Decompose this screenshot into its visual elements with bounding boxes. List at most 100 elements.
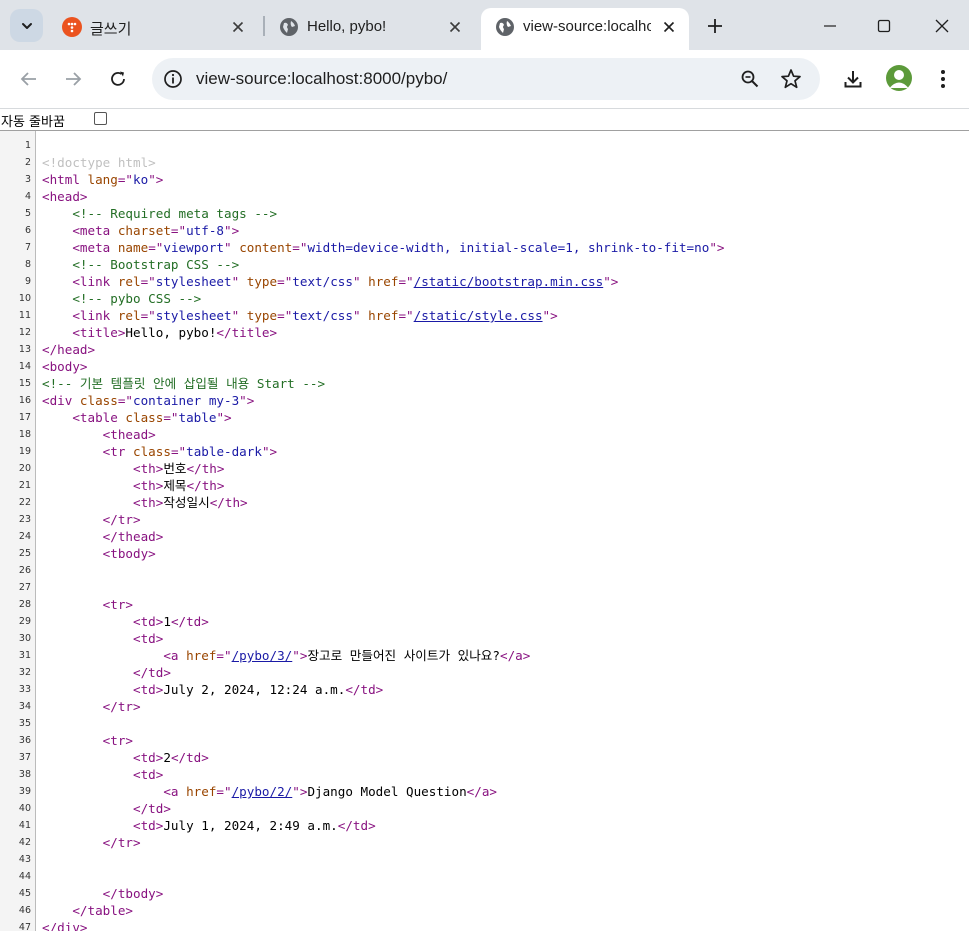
site-info-icon[interactable] — [162, 68, 184, 90]
maximize-icon — [877, 19, 891, 33]
source-text — [42, 903, 72, 918]
line-wrap-bar: 자동 줄바꿈 — [0, 109, 969, 131]
source-code: <!-- pybo CSS --> — [42, 290, 201, 307]
source-line: 31 <a href="/pybo/3/">장고로 만들어진 사이트가 있나요?… — [0, 647, 969, 664]
source-tag: =" — [163, 410, 179, 425]
source-attr-name: lang — [87, 172, 118, 187]
source-comment: <!-- 기본 템플릿 안에 삽입될 내용 Start --> — [42, 376, 326, 391]
tab-write[interactable]: 글쓰기 — [48, 8, 260, 50]
source-tag: <td> — [133, 631, 164, 646]
line-number: 47 — [18, 922, 31, 931]
source-text — [42, 240, 72, 255]
source-text: July 2, 2024, 12:24 a.m. — [163, 682, 346, 697]
source-attr-name: href — [368, 308, 399, 323]
source-tag: </td> — [170, 750, 209, 765]
source-attr-name: charset — [117, 223, 171, 238]
browser-toolbar: view-source:localhost:8000/pybo/ — [0, 50, 969, 108]
line-number: 43 — [18, 854, 31, 865]
source-code: <a href="/pybo/2/">Django Model Question… — [42, 783, 497, 800]
arrow-left-icon — [20, 72, 36, 86]
close-window-button[interactable] — [930, 14, 954, 38]
source-tag: <link — [72, 308, 118, 323]
source-line: 16 <div class="container my-3"> — [0, 392, 969, 409]
source-text — [42, 597, 103, 612]
source-text — [42, 665, 133, 680]
source-tag: =" — [170, 223, 187, 238]
source-tag: <tr — [102, 444, 134, 459]
line-number: 26 — [18, 565, 31, 576]
line-wrap-checkbox[interactable] — [94, 112, 107, 125]
source-tag: <title> — [72, 325, 126, 340]
source-tag: =" — [398, 274, 414, 289]
source-text — [42, 206, 72, 221]
line-number: 27 — [18, 582, 31, 593]
line-number: 24 — [18, 531, 31, 542]
minimize-button[interactable] — [818, 14, 842, 38]
source-line: 10 <!-- pybo CSS --> — [0, 290, 969, 307]
tistory-icon — [62, 17, 82, 37]
address-bar[interactable]: view-source:localhost:8000/pybo/ — [152, 58, 820, 100]
source-tag: </tr> — [102, 835, 141, 850]
source-tag: =" — [140, 308, 156, 323]
source-tag: =" — [216, 784, 232, 799]
source-tag: "> — [542, 308, 558, 323]
source-text — [42, 512, 103, 527]
line-number: 2 — [24, 157, 31, 168]
tab-view-source[interactable]: view-source:localhost — [481, 8, 689, 50]
zoom-icon[interactable] — [739, 68, 761, 90]
source-doctype: <!doctype html> — [42, 155, 156, 170]
source-tag: "> — [603, 274, 619, 289]
close-icon[interactable] — [445, 17, 465, 37]
source-code: <th>제목</th> — [42, 477, 224, 494]
source-tag: =" — [398, 308, 414, 323]
close-icon[interactable] — [228, 17, 248, 37]
source-line: 26 — [0, 562, 969, 579]
line-number: 40 — [18, 803, 31, 814]
source-attr-name: href — [368, 274, 399, 289]
back-button[interactable] — [15, 65, 43, 93]
source-line: 9 <link rel="stylesheet" type="text/css"… — [0, 273, 969, 290]
url-text[interactable]: view-source:localhost:8000/pybo/ — [196, 69, 447, 89]
source-tag: =" — [148, 240, 164, 255]
source-link[interactable]: /pybo/3/ — [232, 648, 293, 663]
source-tag: <a — [163, 648, 187, 663]
source-line: 17 <table class="table"> — [0, 409, 969, 426]
source-link[interactable]: /static/style.css — [414, 308, 543, 323]
source-attr-value: table-dark — [186, 444, 262, 459]
source-attr-name: class — [125, 410, 164, 425]
source-attr-value: text/css — [292, 274, 353, 289]
source-tag: "> — [224, 223, 240, 238]
source-line: 13 </head> — [0, 341, 969, 358]
source-text — [42, 529, 103, 544]
source-text — [42, 291, 72, 306]
source-line: 24 </thead> — [0, 528, 969, 545]
source-text: July 1, 2024, 2:49 a.m. — [163, 818, 338, 833]
source-code: </td> — [42, 664, 171, 681]
profile-avatar[interactable] — [886, 65, 912, 91]
tab-search-button[interactable] — [10, 9, 43, 42]
source-line: 6 <meta charset="utf-8"> — [0, 222, 969, 239]
menu-button[interactable] — [930, 66, 956, 92]
tab-title: view-source:localhost — [523, 18, 651, 35]
tab-hello-pybo[interactable]: Hello, pybo! — [265, 8, 477, 50]
downloads-button[interactable] — [840, 66, 866, 92]
close-icon[interactable] — [659, 17, 679, 37]
source-line: 12 <title>Hello, pybo!</title> — [0, 324, 969, 341]
maximize-button[interactable] — [872, 14, 896, 38]
source-tag: "> — [148, 172, 164, 187]
source-link[interactable]: /static/bootstrap.min.css — [414, 274, 604, 289]
source-attr-name: type — [246, 274, 278, 289]
source-tag: " — [352, 308, 369, 323]
source-line: 7 <meta name="viewport" content="width=d… — [0, 239, 969, 256]
source-tag: " — [231, 274, 247, 289]
bookmark-star-icon[interactable] — [780, 68, 802, 90]
reload-button[interactable] — [104, 65, 132, 93]
forward-button[interactable] — [59, 65, 87, 93]
new-tab-button[interactable] — [703, 14, 727, 38]
source-tag: "> — [292, 648, 308, 663]
source-link[interactable]: /pybo/2/ — [232, 784, 293, 799]
source-code: <div class="container my-3"> — [42, 392, 254, 409]
source-code: <td>July 1, 2024, 2:49 a.m.</td> — [42, 817, 376, 834]
source-line: 28 <tr> — [0, 596, 969, 613]
source-attr-name: rel — [117, 274, 141, 289]
